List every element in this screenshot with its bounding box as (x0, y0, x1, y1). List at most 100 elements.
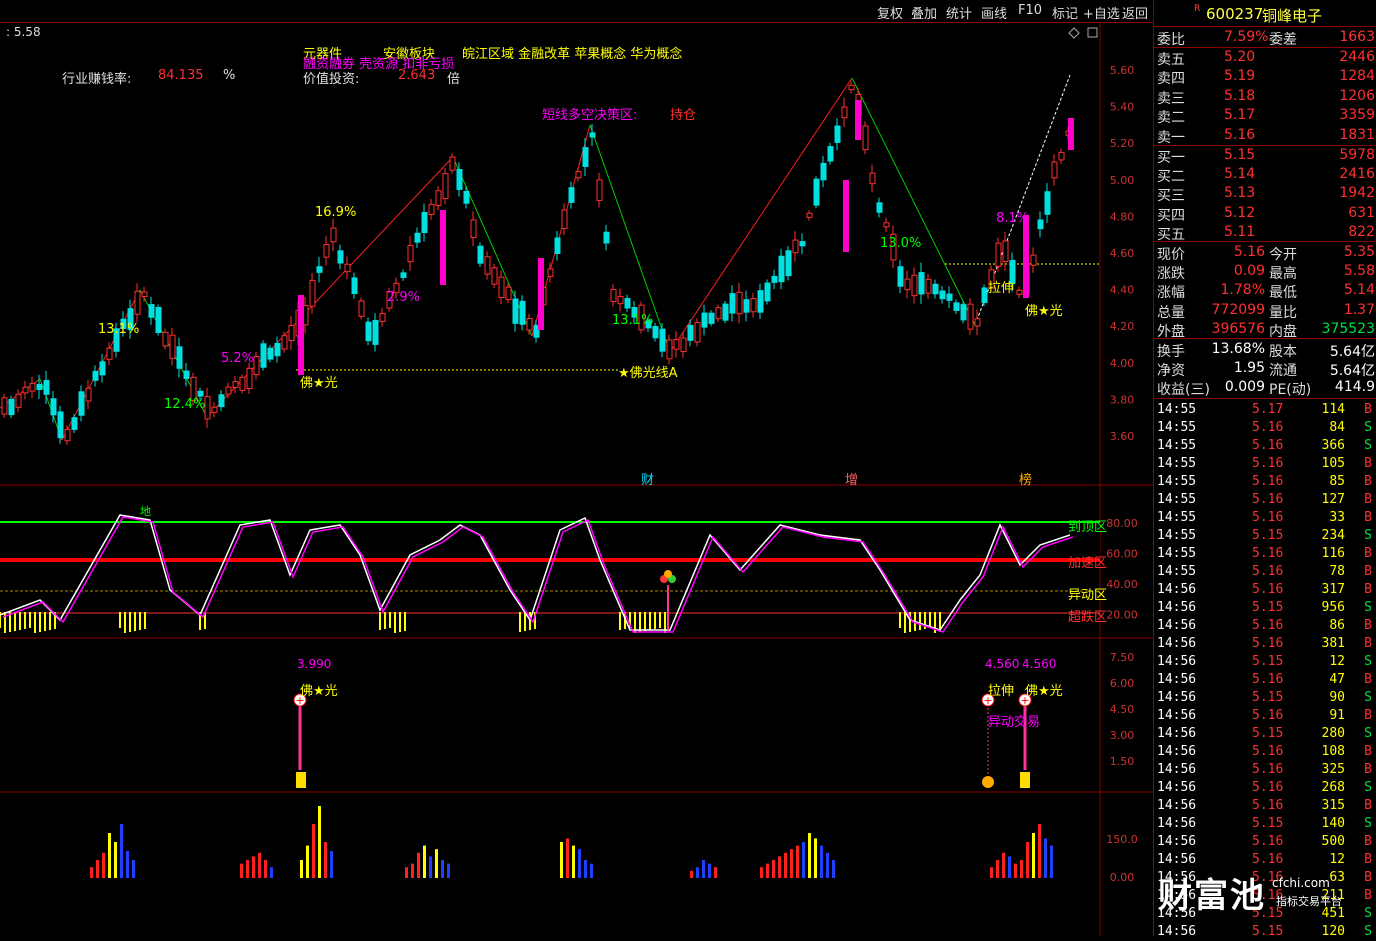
axis-tick-label: 1.50 (1110, 755, 1135, 768)
tick-cell: 956 (1321, 600, 1345, 615)
value-unit: 倍 (447, 72, 461, 87)
axis-tick-label: 4.20 (1110, 320, 1135, 333)
volume-bar (240, 863, 243, 878)
tick-cell: 78 (1329, 564, 1345, 579)
candle-body (106, 347, 113, 360)
quote-cell: 3359 (1339, 107, 1375, 124)
tick-cell: B (1364, 582, 1372, 597)
candle-body (568, 187, 575, 203)
tick-cell: 12 (1329, 654, 1345, 669)
tick-cell: 366 (1321, 438, 1345, 453)
candle-body (687, 324, 694, 341)
pct-label: 13.1% (98, 322, 140, 337)
event-cai[interactable]: 财 (641, 469, 654, 488)
tick-cell: 14:56 (1157, 798, 1197, 813)
kline-chart[interactable]: 5.60 5.40 5.20 5.00 4.80 4.60 4.40 4.20 4.00 3.80… (0, 23, 1153, 936)
tick-cell: 5.16 (1252, 564, 1284, 579)
tick-cell: 140 (1321, 816, 1345, 831)
tick-cell: 5.16 (1252, 744, 1284, 759)
tick-cell: 14:56 (1157, 816, 1197, 831)
highlight-candle (440, 210, 446, 285)
quote-cell: 卖一 (1157, 129, 1185, 146)
stat-value: 5.58 (1343, 263, 1375, 280)
pct-label: 13.1% (612, 313, 654, 328)
tick-row: 14:55 5.15 234 S (1154, 527, 1376, 545)
add-favorite-button[interactable]: +自选 (1083, 3, 1120, 22)
candle-body (442, 173, 449, 200)
stats-button[interactable]: 统计 (946, 3, 972, 22)
candle-body (897, 266, 904, 287)
foguang-line-label: ★佛光线A (618, 366, 678, 381)
stat-value: 0.09 (1233, 263, 1265, 280)
candle-body (50, 398, 57, 416)
candle-body (1044, 191, 1051, 215)
candle-body (253, 356, 260, 376)
candle-body (484, 256, 491, 275)
candle-body (358, 300, 365, 317)
signal-yidong: 异动交易 (988, 715, 1041, 730)
fuquan-button[interactable]: 复权 (877, 3, 903, 22)
tick-cell: 14:55 (1157, 510, 1197, 525)
axis-tick-label: 4.40 (1110, 284, 1135, 297)
stock-flag: R (1194, 4, 1201, 14)
axis-tick-label: 5.20 (1110, 137, 1135, 150)
candle-body (246, 367, 253, 390)
f10-button[interactable]: F10 (1018, 3, 1042, 18)
volume-bar (96, 860, 99, 878)
diamond-icon[interactable] (1068, 27, 1080, 39)
tick-cell: S (1364, 600, 1372, 615)
quote-cell: 外盘 (1157, 323, 1185, 340)
decision-value: 持仓 (670, 108, 697, 123)
tick-cell: 14:55 (1157, 420, 1197, 435)
axis-tick-label: 6.00 (1110, 677, 1135, 690)
candle-body (617, 295, 624, 305)
tick-row: 14:56 5.16 86 B (1154, 617, 1376, 635)
candle-body (624, 298, 631, 309)
tick-cell: 105 (1321, 456, 1345, 471)
quote-cell: 股本 (1269, 344, 1297, 360)
stat-row: 现价 5.16 今开 5.35 (1154, 243, 1376, 263)
event-zeng[interactable]: 增 (845, 469, 858, 488)
tick-cell: 108 (1321, 744, 1345, 759)
volume-bar (120, 824, 123, 878)
volume-bar (411, 863, 414, 878)
candle-body (421, 212, 428, 234)
tick-cell: 14:56 (1157, 672, 1197, 687)
candle-body (99, 361, 106, 376)
tick-cell: 14:55 (1157, 546, 1197, 561)
candle-body (652, 326, 659, 339)
back-button[interactable]: 返回 (1122, 3, 1148, 22)
quote-cell: 1.95 (1233, 360, 1265, 376)
quote-cell: 今开 (1269, 247, 1297, 263)
tick-cell: B (1364, 834, 1372, 849)
axis-tick-label: 5.00 (1110, 174, 1135, 187)
candle-body (260, 343, 267, 368)
draw-line-button[interactable]: 画线 (981, 3, 1007, 22)
mark-button[interactable]: 标记 (1052, 3, 1078, 22)
quote-cell: 买三 (1157, 188, 1185, 205)
tick-cell: S (1364, 924, 1372, 939)
axis-tick-label: 4.80 (1110, 210, 1135, 223)
tick-cell: 5.16 (1252, 672, 1284, 687)
stock-code[interactable]: 600237 (1206, 5, 1263, 23)
candle-body (344, 263, 351, 273)
stock-name[interactable]: 铜峰电子 (1262, 5, 1322, 26)
pct-label: 2.9% (387, 290, 421, 305)
event-bang[interactable]: 榜 (1019, 469, 1032, 488)
tick-cell: 500 (1321, 834, 1345, 849)
tick-cell: 116 (1321, 546, 1345, 561)
axis-tick-label: 60.00 (1106, 548, 1138, 561)
highlight-candle (1023, 215, 1029, 298)
tick-row: 14:56 5.15 90 S (1154, 689, 1376, 707)
quote-cell: 414.9 (1334, 379, 1375, 395)
overlay-button[interactable]: 叠加 (911, 3, 937, 22)
candle-body (379, 313, 386, 322)
volume-bar (264, 860, 267, 878)
quote-cell: 现价 (1157, 247, 1185, 263)
candle-body (841, 106, 848, 119)
expand-icon[interactable] (1087, 27, 1098, 38)
volume-bar (324, 842, 327, 878)
tick-cell: B (1364, 564, 1372, 579)
candle-body (701, 312, 708, 328)
quote-cell: 2446 (1339, 49, 1375, 65)
